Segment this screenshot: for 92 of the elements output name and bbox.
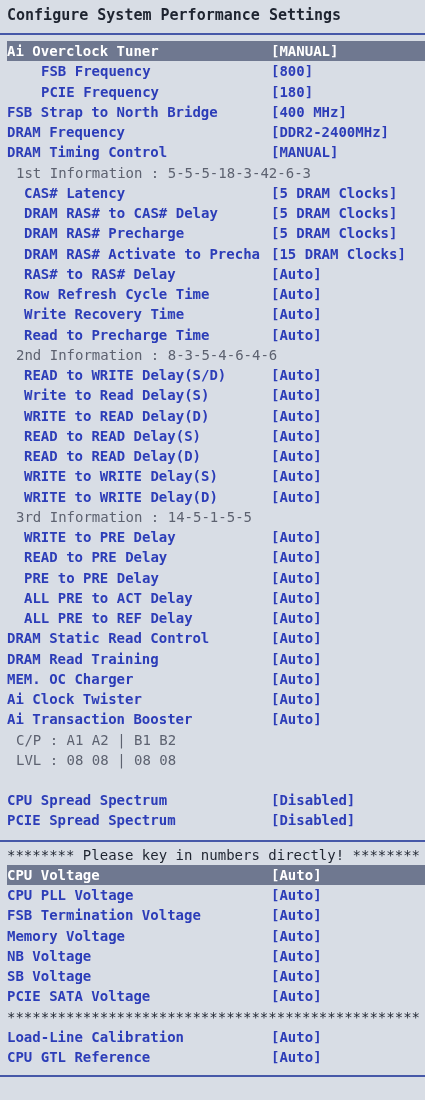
setting-value[interactable]: [Auto] xyxy=(271,608,425,629)
setting-label[interactable]: DRAM RAS# Activate to Precha xyxy=(7,243,271,264)
setting-value[interactable]: [Auto] xyxy=(271,885,425,906)
info-text: 3rd Information : 14-5-1-5-5 xyxy=(15,507,253,527)
setting-value[interactable]: [Disabled] xyxy=(271,810,425,831)
setting-label[interactable]: DRAM Frequency xyxy=(7,122,271,143)
setting-value[interactable]: [5 DRAM Clocks] xyxy=(271,182,425,203)
setting-label[interactable]: READ to READ Delay(S) xyxy=(7,425,271,446)
setting-label[interactable]: CPU GTL Reference xyxy=(7,1047,271,1068)
info-text: LVL : 08 08 | 08 08 xyxy=(15,750,178,770)
setting-value[interactable]: [Auto] xyxy=(271,385,425,406)
setting-label[interactable]: Write Recovery Time xyxy=(7,304,271,325)
setting-value[interactable]: [180] xyxy=(271,81,425,102)
setting-label[interactable]: READ to WRITE Delay(S/D) xyxy=(7,365,271,386)
setting-label[interactable]: NB Voltage xyxy=(7,945,271,966)
setting-label[interactable]: PRE to PRE Delay xyxy=(7,567,271,588)
setting-label[interactable]: CPU PLL Voltage xyxy=(7,885,271,906)
setting-label[interactable]: WRITE to READ Delay(D) xyxy=(7,405,271,426)
setting-label[interactable]: SB Voltage xyxy=(7,966,271,987)
setting-label[interactable]: WRITE to WRITE Delay(S) xyxy=(7,466,271,487)
setting-value[interactable]: [Auto] xyxy=(271,1026,425,1047)
setting-label[interactable]: CAS# Latency xyxy=(7,182,271,203)
setting-value[interactable]: [Auto] xyxy=(271,986,425,1007)
setting-value[interactable]: [Auto] xyxy=(271,648,425,669)
page-title: Configure System Performance Settings xyxy=(7,5,343,25)
setting-value[interactable]: [MANUAL] xyxy=(271,142,425,163)
setting-label[interactable]: FSB Strap to North Bridge xyxy=(7,101,271,122)
setting-value[interactable]: [Auto] xyxy=(271,668,425,689)
setting-value[interactable]: [15 DRAM Clocks] xyxy=(271,243,425,264)
setting-label[interactable]: PCIE Spread Spectrum xyxy=(7,810,271,831)
setting-value[interactable]: [5 DRAM Clocks] xyxy=(271,223,425,244)
setting-label[interactable]: READ to READ Delay(D) xyxy=(7,446,271,467)
setting-value[interactable]: [Auto] xyxy=(271,365,425,386)
setting-label[interactable]: DRAM Timing Control xyxy=(7,142,271,163)
setting-value[interactable]: [Auto] xyxy=(271,405,425,426)
setting-value[interactable]: [Auto] xyxy=(271,689,425,710)
setting-value[interactable]: [800] xyxy=(271,61,425,82)
setting-value[interactable]: [5 DRAM Clocks] xyxy=(271,203,425,224)
setting-value[interactable]: [Auto] xyxy=(271,567,425,588)
setting-value[interactable]: [Auto] xyxy=(271,925,425,946)
setting-label[interactable]: PCIE SATA Voltage xyxy=(7,986,271,1007)
setting-label[interactable]: DRAM RAS# to CAS# Delay xyxy=(7,203,271,224)
setting-value[interactable]: [Auto] xyxy=(271,425,425,446)
setting-value[interactable]: [DDR2-2400MHz] xyxy=(271,122,425,143)
setting-value[interactable]: [400 MHz] xyxy=(271,101,425,122)
setting-label[interactable]: MEM. OC Charger xyxy=(7,668,271,689)
setting-label[interactable]: ALL PRE to ACT Delay xyxy=(7,587,271,608)
setting-label[interactable]: WRITE to PRE Delay xyxy=(7,527,271,548)
setting-label[interactable]: Load-Line Calibration xyxy=(7,1026,271,1047)
info-text: C/P : A1 A2 | B1 B2 xyxy=(15,730,178,750)
setting-label[interactable]: Memory Voltage xyxy=(7,925,271,946)
notice-text: ************************************************* xyxy=(7,1007,421,1027)
setting-value[interactable]: [Auto] xyxy=(271,263,425,284)
setting-label[interactable]: WRITE to WRITE Delay(D) xyxy=(7,486,271,507)
setting-value[interactable]: [Auto] xyxy=(271,304,425,325)
setting-value[interactable]: [Auto] xyxy=(271,466,425,487)
setting-value[interactable]: [Auto] xyxy=(271,864,425,885)
setting-value[interactable]: [Auto] xyxy=(271,628,425,649)
setting-label[interactable]: Row Refresh Cycle Time xyxy=(7,284,271,305)
setting-label[interactable]: DRAM Static Read Control xyxy=(7,628,271,649)
setting-label[interactable]: PCIE Frequency xyxy=(7,81,271,102)
setting-value[interactable]: [Auto] xyxy=(271,587,425,608)
setting-label[interactable]: ALL PRE to REF Delay xyxy=(7,608,271,629)
setting-value[interactable]: [Auto] xyxy=(271,446,425,467)
setting-value[interactable]: [Auto] xyxy=(271,905,425,926)
setting-value[interactable]: [Auto] xyxy=(271,945,425,966)
setting-value[interactable]: [Auto] xyxy=(271,547,425,568)
setting-label[interactable]: Read to Precharge Time xyxy=(7,324,271,345)
setting-label[interactable]: DRAM Read Training xyxy=(7,648,271,669)
setting-value[interactable]: [Auto] xyxy=(271,709,425,730)
setting-label[interactable]: CPU Spread Spectrum xyxy=(7,790,271,811)
setting-label[interactable]: CPU Voltage xyxy=(7,864,271,885)
setting-label[interactable]: Ai Overclock Tuner xyxy=(7,41,271,62)
setting-label[interactable]: RAS# to RAS# Delay xyxy=(7,263,271,284)
setting-label[interactable]: Write to Read Delay(S) xyxy=(7,385,271,406)
setting-value[interactable]: [Auto] xyxy=(271,284,425,305)
setting-value[interactable]: [Disabled] xyxy=(271,790,425,811)
setting-value[interactable]: [MANUAL] xyxy=(271,41,425,62)
setting-label[interactable]: READ to PRE Delay xyxy=(7,547,271,568)
setting-value[interactable]: [Auto] xyxy=(271,1047,425,1068)
notice-text: ******** Please key in numbers directly! ******** xyxy=(7,845,421,865)
setting-value[interactable]: [Auto] xyxy=(271,527,425,548)
setting-label[interactable]: DRAM RAS# Precharge xyxy=(7,223,271,244)
setting-value[interactable]: [Auto] xyxy=(271,324,425,345)
setting-label[interactable]: Ai Clock Twister xyxy=(7,689,271,710)
setting-value[interactable]: [Auto] xyxy=(271,966,425,987)
info-text: 2nd Information : 8-3-5-4-6-4-6 xyxy=(15,345,279,365)
setting-label[interactable]: FSB Termination Voltage xyxy=(7,905,271,926)
setting-label[interactable]: FSB Frequency xyxy=(7,61,271,82)
info-text: 1st Information : 5-5-5-18-3-42-6-3 xyxy=(15,163,312,183)
setting-value[interactable]: [Auto] xyxy=(271,486,425,507)
setting-label[interactable]: Ai Transaction Booster xyxy=(7,709,271,730)
